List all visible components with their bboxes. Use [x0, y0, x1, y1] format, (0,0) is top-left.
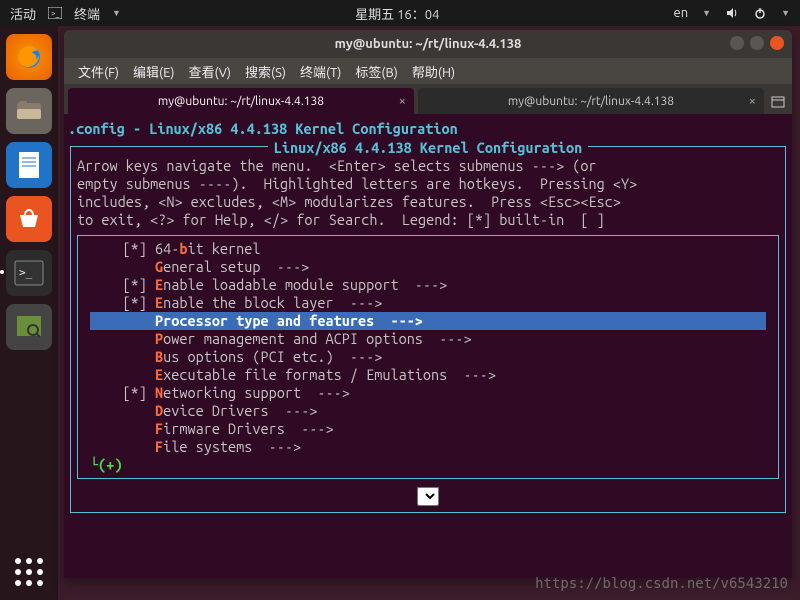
terminal-window: my@ubuntu: ~/rt/linux-4.4.138 文件(F) 编辑(E…	[64, 30, 792, 578]
svg-text:>_: >_	[51, 9, 60, 18]
new-tab-button[interactable]	[768, 91, 788, 111]
menu-tabs[interactable]: 标签(B)	[349, 60, 403, 83]
show-apps-button[interactable]	[15, 558, 43, 586]
clock[interactable]: 星期五 16：04	[121, 4, 674, 23]
menuconfig-button[interactable]: < Exit > < Help > < Save > < Load >	[417, 487, 439, 504]
tab-close-icon[interactable]: ×	[399, 94, 406, 108]
window-close-button[interactable]	[770, 36, 784, 50]
menuconfig-list: [*] 64-bit kernel General setup ---> [*]…	[77, 235, 779, 479]
menu-item[interactable]: General setup --->	[90, 258, 766, 276]
terminal-menubar: 文件(F) 编辑(E) 查看(V) 搜索(S) 终端(T) 标签(B) 帮助(H…	[64, 58, 792, 84]
svg-text:>_: >_	[19, 266, 33, 279]
menuconfig-help-text: Arrow keys navigate the menu. <Enter> se…	[77, 157, 779, 229]
terminal-content[interactable]: .config - Linux/x86 4.4.138 Kernel Confi…	[64, 114, 792, 578]
dock-terminal[interactable]: >_	[6, 250, 52, 296]
app-name-label: 终端	[74, 4, 100, 23]
menu-item[interactable]: File systems --->	[90, 438, 766, 456]
menu-help[interactable]: 帮助(H)	[406, 60, 461, 83]
tabs-bar: my@ubuntu: ~/rt/linux-4.4.138 × my@ubunt…	[64, 84, 792, 114]
watermark-text: https://blog.csdn.net/v6543210	[535, 576, 788, 592]
menu-item[interactable]: [*] Enable the block layer --->	[90, 294, 766, 312]
input-lang-arrow-icon: ▼	[702, 8, 711, 18]
config-title: .config - Linux/x86 4.4.138 Kernel Confi…	[68, 120, 788, 138]
menu-edit[interactable]: 编辑(E)	[127, 60, 180, 83]
volume-icon[interactable]	[725, 6, 739, 20]
tab-label: my@ubuntu: ~/rt/linux-4.4.138	[158, 95, 324, 108]
menu-terminal[interactable]: 终端(T)	[294, 60, 347, 83]
menu-item[interactable]: Processor type and features --->	[90, 312, 766, 330]
tab-2[interactable]: my@ubuntu: ~/rt/linux-4.4.138 ×	[418, 88, 764, 114]
dock-software[interactable]	[6, 196, 52, 242]
system-menu-arrow-icon[interactable]: ▼	[781, 8, 790, 18]
menu-view[interactable]: 查看(V)	[183, 60, 237, 83]
menu-item[interactable]: Bus options (PCI etc.) --->	[90, 348, 766, 366]
dock: >_	[0, 26, 58, 600]
app-menu-arrow-icon[interactable]: ▼	[112, 8, 121, 18]
dock-writer[interactable]	[6, 142, 52, 188]
menu-item[interactable]: [*] Networking support --->	[90, 384, 766, 402]
menu-item[interactable]: Device Drivers --->	[90, 402, 766, 420]
window-maximize-button[interactable]	[750, 36, 764, 50]
menu-file[interactable]: 文件(F)	[72, 60, 125, 83]
menuconfig-outer-box: Linux/x86 4.4.138 Kernel Configuration A…	[70, 146, 786, 513]
menu-search[interactable]: 搜索(S)	[239, 60, 292, 83]
terminal-indicator-icon: >_	[48, 6, 62, 20]
tab-close-icon[interactable]: ×	[749, 94, 756, 108]
menuconfig-heading: Linux/x86 4.4.138 Kernel Configuration	[77, 139, 779, 157]
more-indicator-icon: └(+)	[90, 456, 766, 474]
menu-item[interactable]: [*] 64-bit kernel	[90, 240, 766, 258]
input-lang-indicator[interactable]: en	[674, 6, 689, 20]
window-title: my@ubuntu: ~/rt/linux-4.4.138	[335, 37, 522, 51]
gnome-topbar: 活动 >_ 终端 ▼ 星期五 16：04 en ▼ ▼	[0, 0, 800, 26]
power-icon[interactable]	[753, 6, 767, 20]
window-titlebar[interactable]: my@ubuntu: ~/rt/linux-4.4.138	[64, 30, 792, 58]
menu-item[interactable]: Power management and ACPI options --->	[90, 330, 766, 348]
dock-firefox[interactable]	[6, 34, 52, 80]
activities-button[interactable]: 活动	[10, 4, 36, 23]
menu-item[interactable]: Firmware Drivers --->	[90, 420, 766, 438]
menu-item[interactable]: Executable file formats / Emulations ---…	[90, 366, 766, 384]
dock-image-viewer[interactable]	[6, 304, 52, 350]
dock-files[interactable]	[6, 88, 52, 134]
menuconfig-buttons: < Exit > < Help > < Save > < Load >	[77, 487, 779, 506]
menu-item[interactable]: [*] Enable loadable module support --->	[90, 276, 766, 294]
tab-label: my@ubuntu: ~/rt/linux-4.4.138	[508, 95, 674, 108]
window-minimize-button[interactable]	[730, 36, 744, 50]
tab-1[interactable]: my@ubuntu: ~/rt/linux-4.4.138 ×	[68, 88, 414, 114]
